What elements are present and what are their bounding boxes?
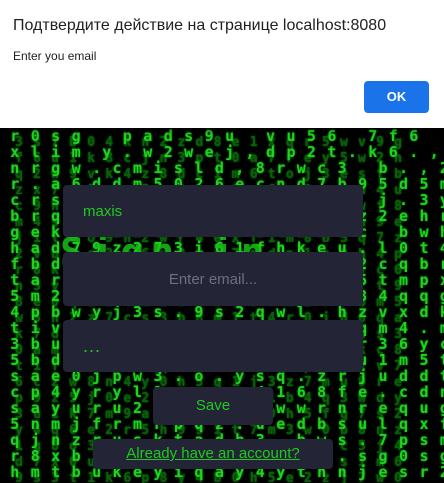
login-link-container: Already have an account? — [93, 439, 333, 469]
alert-message: Enter you email — [13, 49, 97, 63]
alert-ok-button[interactable]: OK — [364, 81, 429, 113]
email-input[interactable] — [63, 252, 363, 306]
already-have-account-link[interactable]: Already have an account? — [126, 445, 299, 462]
browser-alert-dialog: Подтвердите действие на странице localho… — [0, 0, 444, 128]
alert-title: Подтвердите действие на странице localho… — [13, 17, 387, 34]
username-input[interactable] — [63, 185, 363, 237]
password-input[interactable] — [63, 320, 363, 372]
page: 3 s 7 b 0 4 k n 2 z d 8 e 1 x q r 5 w v … — [0, 0, 444, 483]
save-button[interactable]: Save — [153, 387, 273, 425]
